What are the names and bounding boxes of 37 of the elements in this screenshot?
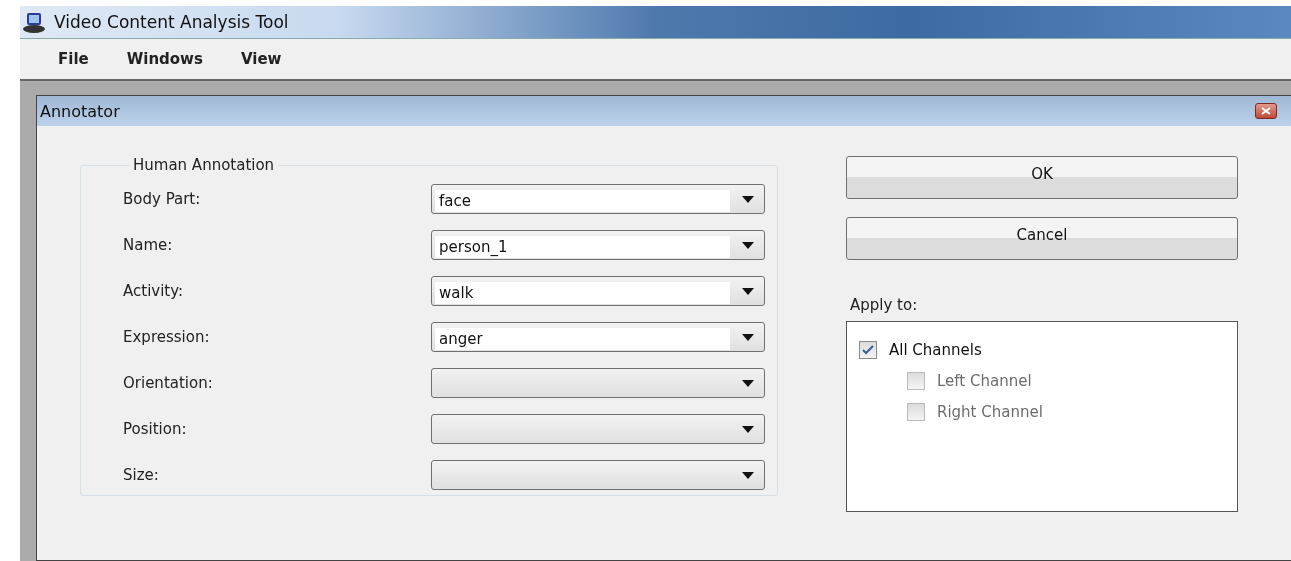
dialog-button[interactable]: Cancel [846,217,1238,260]
field-label: Body Part: [123,190,202,208]
window-title: Video Content Analysis Tool [54,12,289,32]
dropdown[interactable] [431,414,765,444]
caret-icon [742,333,754,341]
computer-icon [22,11,46,33]
group-title: Human Annotation [132,156,276,174]
dropdown[interactable] [431,368,765,398]
field-label: Position: [123,420,188,438]
menu-item[interactable]: Windows [126,50,203,68]
caret-icon [742,287,754,295]
field-label: Activity: [123,282,185,300]
checkbox[interactable] [859,340,877,359]
close-button[interactable] [1255,103,1277,119]
dropdown[interactable] [431,460,765,490]
apply-label: Apply to: [850,296,919,314]
caret-icon [742,471,754,479]
field-label: Orientation: [123,374,214,392]
menu-item[interactable]: File [58,50,89,68]
menu-item[interactable]: View [240,50,282,68]
field-label: Name: [123,236,174,254]
caret-icon [742,195,754,203]
dropdown[interactable]: face [431,184,765,214]
caret-icon [742,241,754,249]
checkbox-label: Right Channel [937,402,1043,421]
field-label: Size: [123,466,160,484]
caret-icon [742,379,754,387]
dropdown[interactable]: anger [431,322,765,352]
dropdown[interactable]: person_1 [431,230,765,260]
dialog-button[interactable]: OK [846,156,1238,199]
checkbox-label: All Channels [889,340,982,359]
caret-icon [742,425,754,433]
close-icon [1261,107,1271,115]
dropdown[interactable]: walk [431,276,765,306]
checkbox-label: Left Channel [937,371,1032,390]
dialog-title: Annotator [40,101,120,121]
field-label: Expression: [123,328,211,346]
